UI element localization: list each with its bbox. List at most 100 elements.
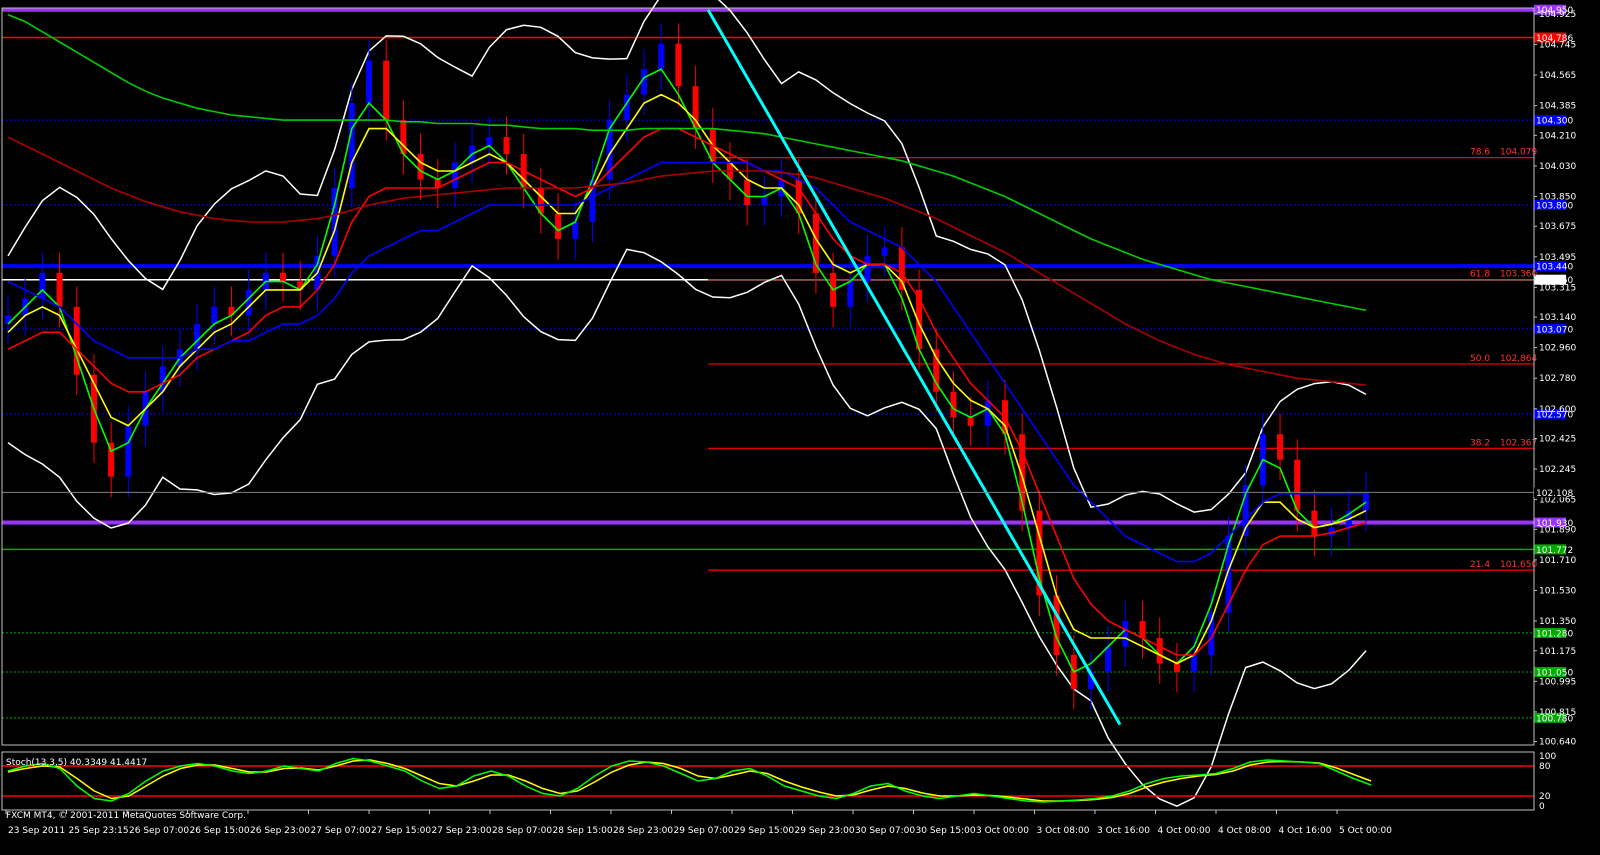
price-label-24: 100.640 xyxy=(1539,738,1576,748)
stochastic-label: Stoch(13,3,5) 40.3349 41.4417 xyxy=(6,758,147,768)
candle-body-14 xyxy=(245,289,252,316)
level-tag-label-10: 101.280 xyxy=(1536,629,1573,639)
price-label-17: 101.890 xyxy=(1539,525,1576,535)
fib-value-3: 102.367 xyxy=(1500,438,1537,448)
price-label-19: 101.530 xyxy=(1539,586,1576,596)
level-tag-label-9: 101.772 xyxy=(1536,546,1573,556)
stoch-tick-1: 80 xyxy=(1539,762,1551,772)
time-label-19: 4 Oct 00:00 xyxy=(1158,826,1211,836)
trendline xyxy=(706,8,1122,726)
candle-body-29 xyxy=(503,137,510,155)
time-label-16: 3 Oct 00:00 xyxy=(976,826,1029,836)
time-label-0: 23 Sep 2011 xyxy=(8,826,65,836)
candle-body-21 xyxy=(365,60,372,104)
candle-body-16 xyxy=(280,272,287,282)
candle-body-75 xyxy=(1294,459,1301,511)
price-label-13: 102.600 xyxy=(1539,405,1576,415)
time-label-4: 26 Sep 23:00 xyxy=(250,826,310,836)
candle-body-2 xyxy=(39,272,46,299)
candle-body-76 xyxy=(1311,510,1318,537)
fib-ratio-0: 78.6 xyxy=(1470,148,1490,158)
price-label-1: 104.745 xyxy=(1539,41,1576,51)
candle-body-28 xyxy=(486,137,493,146)
candle-body-64 xyxy=(1105,646,1112,672)
ma-line-ema5 xyxy=(7,68,1367,674)
candle-body-32 xyxy=(555,213,562,239)
price-label-8: 103.495 xyxy=(1539,253,1576,263)
candle-body-43 xyxy=(744,179,751,205)
price-label-11: 102.960 xyxy=(1539,344,1576,354)
level-tag-label-3: 103.800 xyxy=(1536,201,1573,211)
candle-body-49 xyxy=(847,281,854,307)
level-tag-label-2: 104.300 xyxy=(1536,117,1573,127)
time-label-9: 28 Sep 15:00 xyxy=(553,826,613,836)
candle-body-65 xyxy=(1122,621,1129,647)
candle-body-26 xyxy=(451,162,458,189)
ma-line-ema55 xyxy=(7,161,1366,563)
stoch-tick-3: 0 xyxy=(1539,802,1545,812)
candle-body-61 xyxy=(1053,595,1060,655)
price-label-18: 101.710 xyxy=(1539,556,1576,566)
price-label-22: 100.995 xyxy=(1539,677,1576,687)
time-label-7: 27 Sep 23:00 xyxy=(432,826,492,836)
fib-value-1: 103.360 xyxy=(1500,270,1537,280)
fib-value-2: 102.864 xyxy=(1500,354,1537,364)
price-label-3: 104.385 xyxy=(1539,102,1576,112)
time-label-12: 29 Sep 15:00 xyxy=(734,826,794,836)
time-label-17: 3 Oct 08:00 xyxy=(1037,826,1090,836)
axes: 104.925 104.745 104.565 104.385 104.210104.0… xyxy=(1,7,1576,836)
candle-body-20 xyxy=(348,103,355,189)
time-label-18: 3 Oct 16:00 xyxy=(1097,826,1150,836)
candle-body-68 xyxy=(1173,663,1180,672)
time-label-13: 29 Sep 23:00 xyxy=(795,826,855,836)
fib-ratio-4: 21.4 xyxy=(1470,560,1490,570)
chart-canvas: 104.950104.786104.300103.800103.440103.3… xyxy=(1,0,1576,836)
time-label-8: 28 Sep 07:00 xyxy=(492,826,552,836)
price-panel-frame xyxy=(1,7,1535,746)
time-label-3: 26 Sep 15:00 xyxy=(190,826,250,836)
candle-body-56 xyxy=(967,417,974,426)
candle-body-38 xyxy=(658,43,665,70)
ma-line-ema365 xyxy=(7,136,1367,386)
time-label-10: 28 Sep 23:00 xyxy=(613,826,673,836)
price-label-6: 103.850 xyxy=(1539,192,1576,202)
copyright-label: FXCM MT4, © 2001-2011 MetaQuotes Softwar… xyxy=(6,811,246,821)
time-label-1: 25 Sep 23:15 xyxy=(69,826,129,836)
price-label-7: 103.675 xyxy=(1539,222,1576,232)
time-label-15: 30 Sep 15:00 xyxy=(916,826,976,836)
time-label-2: 26 Sep 07:00 xyxy=(129,826,189,836)
fib-ratio-2: 50.0 xyxy=(1470,354,1490,364)
price-label-4: 104.210 xyxy=(1539,131,1576,141)
stoch-tick-0: 100 xyxy=(1539,752,1556,762)
candle-body-12 xyxy=(211,306,218,324)
candle-body-69 xyxy=(1191,654,1198,672)
candle-body-39 xyxy=(675,43,682,87)
time-label-22: 5 Oct 00:00 xyxy=(1339,826,1392,836)
level-tag-label-6: 103.070 xyxy=(1536,325,1573,335)
price-label-9: 103.315 xyxy=(1539,283,1576,293)
fib-value-0: 104.079 xyxy=(1500,148,1537,158)
candle-body-33 xyxy=(572,221,579,239)
candle-body-50 xyxy=(864,255,871,282)
price-label-2: 104.565 xyxy=(1539,71,1576,81)
candle-body-11 xyxy=(194,323,201,350)
price-label-12: 102.780 xyxy=(1539,374,1576,384)
bollinger-upper xyxy=(7,0,1367,513)
candle-body-3 xyxy=(56,272,63,307)
time-label-5: 27 Sep 07:00 xyxy=(311,826,371,836)
time-label-6: 27 Sep 15:00 xyxy=(371,826,431,836)
candle-body-24 xyxy=(417,154,424,180)
time-label-11: 29 Sep 07:00 xyxy=(674,826,734,836)
price-label-21: 101.175 xyxy=(1539,647,1576,657)
price-label-20: 101.350 xyxy=(1539,617,1576,627)
price-panel: 104.950104.786104.300103.800103.440103.3… xyxy=(2,0,1573,808)
candle-body-44 xyxy=(761,196,768,205)
level-tag-label-4: 103.440 xyxy=(1536,263,1573,273)
candle-body-22 xyxy=(383,60,390,121)
candle-body-52 xyxy=(898,247,905,290)
current-price-label: 102.108 xyxy=(1536,489,1573,499)
price-label-0: 104.925 xyxy=(1539,10,1576,20)
fib-value-4: 101.650 xyxy=(1500,560,1537,570)
fib-ratio-1: 61.8 xyxy=(1470,270,1490,280)
candle-body-7 xyxy=(125,425,132,477)
